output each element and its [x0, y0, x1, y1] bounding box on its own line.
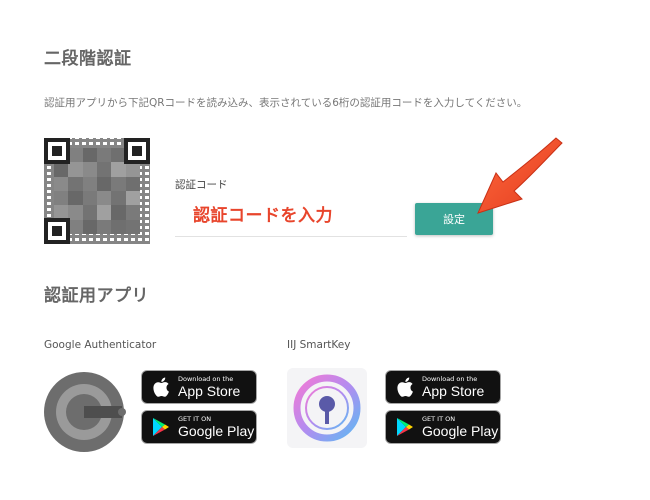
app-name-google-authenticator: Google Authenticator: [44, 339, 157, 351]
google-play-badge-iij-smartkey[interactable]: GET IT ON Google Play: [385, 410, 501, 444]
app-store-badge-iij-smartkey[interactable]: Download on the App Store: [385, 370, 501, 404]
app-store-big-text: App Store: [422, 383, 485, 400]
auth-apps-title: 認証用アプリ: [44, 286, 149, 306]
google-play-icon: [150, 416, 172, 438]
auth-code-label: 認証コード: [175, 179, 228, 191]
google-play-big-text: Google Play: [178, 423, 255, 440]
annotation-arrow-icon: [477, 137, 563, 214]
google-play-small-text: GET IT ON: [178, 414, 212, 423]
google-play-badge-google-authenticator[interactable]: GET IT ON Google Play: [141, 410, 257, 444]
app-store-small-text: Download on the: [422, 374, 478, 383]
app-store-big-text: App Store: [178, 383, 241, 400]
page-title: 二段階認証: [44, 49, 132, 69]
iij-smartkey-icon: [287, 368, 367, 448]
google-play-big-text: Google Play: [422, 423, 499, 440]
instruction-text: 認証用アプリから下記QRコードを読み込み、表示されている6桁の認証用コードを入力…: [44, 97, 528, 109]
apple-icon: [394, 376, 416, 398]
google-play-small-text: GET IT ON: [422, 414, 456, 423]
apple-icon: [150, 376, 172, 398]
annotation-enter-code: 認証コードを入力: [193, 206, 333, 226]
app-name-iij-smartkey: IIJ SmartKey: [287, 339, 351, 351]
app-store-small-text: Download on the: [178, 374, 234, 383]
google-play-icon: [394, 416, 416, 438]
google-authenticator-icon: [44, 372, 126, 452]
qr-code-image: [44, 138, 150, 244]
app-store-badge-google-authenticator[interactable]: Download on the App Store: [141, 370, 257, 404]
